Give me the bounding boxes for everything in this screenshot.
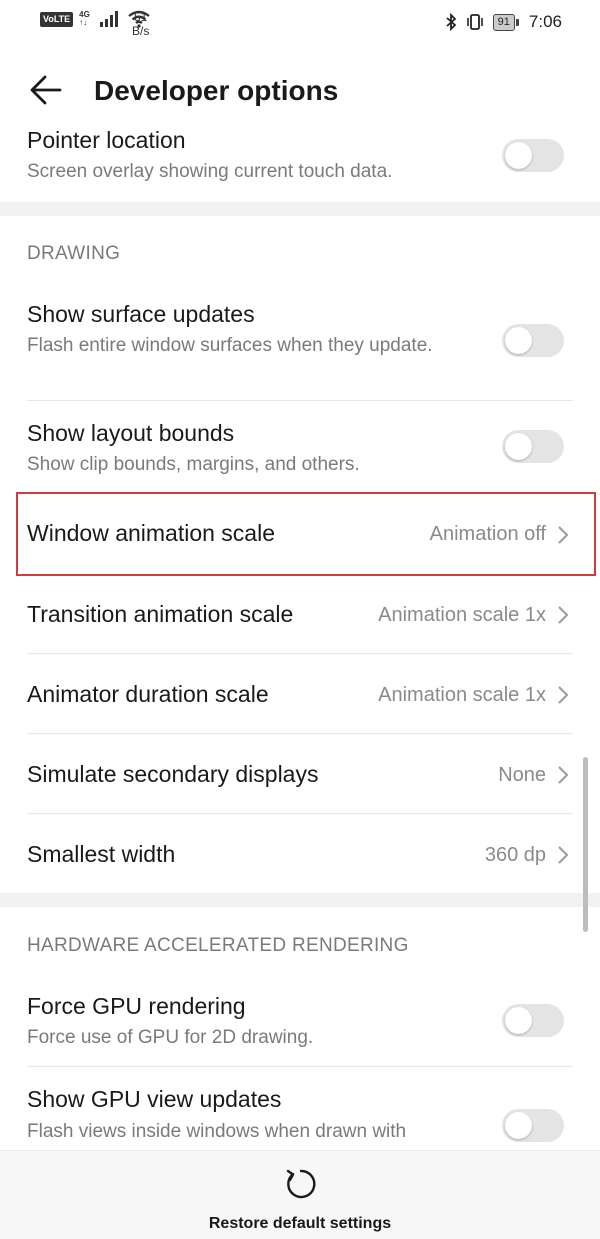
restore-label: Restore default settings — [208, 1215, 392, 1232]
setting-smallest-width[interactable]: Smallest width 360 dp — [0, 814, 600, 894]
chevron-right-icon — [558, 526, 569, 544]
setting-value: Animation scale 1x — [378, 604, 546, 626]
setting-force-gpu-rendering[interactable]: Force GPU rendering Force use of GPU for… — [0, 992, 600, 1064]
page-title: Developer options — [94, 75, 339, 106]
pointer-location-toggle[interactable] — [502, 139, 564, 172]
toggle-knob — [505, 142, 532, 169]
setting-title: Simulate secondary displays — [27, 761, 319, 787]
setting-subtitle: Screen overlay showing current touch dat… — [27, 161, 393, 182]
divider — [27, 400, 573, 401]
toggle-knob — [505, 327, 532, 354]
signal-icon — [100, 11, 119, 27]
setting-window-animation-scale[interactable]: Window animation scale Animation off — [0, 494, 600, 574]
status-bar: VoLTE 4G ↑↓ 51 B/s 91 7:06 — [0, 0, 600, 50]
divider — [27, 1066, 573, 1067]
setting-simulate-secondary-displays[interactable]: Simulate secondary displays None — [0, 734, 600, 814]
setting-title: Show layout bounds — [27, 420, 235, 446]
setting-value: Animation off — [429, 523, 546, 545]
chevron-right-icon — [558, 766, 569, 784]
network-arrows: ↑↓ — [79, 18, 88, 27]
show-gpu-view-updates-toggle[interactable] — [502, 1109, 564, 1142]
toggle-knob — [505, 1007, 532, 1034]
setting-subtitle: Flash views inside windows when drawn wi… — [27, 1121, 407, 1142]
setting-show-surface-updates[interactable]: Show surface updates Flash entire window… — [0, 300, 600, 400]
show-surface-updates-toggle[interactable] — [502, 324, 564, 357]
speed-unit: B/s — [132, 24, 150, 38]
chevron-right-icon — [558, 606, 569, 624]
network-speed: 51 B/s — [132, 10, 149, 38]
setting-value: 360 dp — [484, 844, 546, 866]
setting-subtitle: Force use of GPU for 2D drawing. — [27, 1027, 314, 1048]
setting-value: None — [498, 764, 546, 786]
speed-value: 51 — [133, 10, 148, 24]
setting-value: Animation scale 1x — [378, 684, 546, 706]
scrollbar[interactable] — [583, 757, 588, 932]
setting-title: Show surface updates — [27, 301, 255, 327]
section-separator — [0, 893, 600, 907]
restore-default-settings-button[interactable]: Restore default settings — [180, 1159, 420, 1235]
bottom-action-bar: Restore default settings — [0, 1150, 600, 1239]
clock: 7:06 — [528, 12, 562, 31]
chevron-right-icon — [558, 686, 569, 704]
battery-indicator: 91 — [492, 13, 520, 31]
setting-title: Animator duration scale — [27, 681, 269, 707]
section-separator — [0, 202, 600, 216]
setting-subtitle: Show clip bounds, margins, and others. — [27, 454, 360, 475]
setting-title: Pointer location — [27, 127, 186, 153]
status-right: 91 7:06 — [445, 12, 562, 32]
vibrate-icon — [466, 14, 483, 30]
app-header: Developer options — [0, 50, 600, 130]
volte-badge: VoLTE — [40, 11, 74, 27]
section-header-hardware-rendering: HARDWARE ACCELERATED RENDERING — [27, 935, 409, 956]
chevron-right-icon — [558, 846, 569, 864]
toggle-knob — [505, 433, 532, 460]
restore-icon — [286, 1169, 316, 1199]
setting-show-gpu-view-updates[interactable]: Show GPU view updates Flash views inside… — [0, 1086, 600, 1150]
setting-title: Force GPU rendering — [27, 993, 246, 1019]
setting-pointer-location[interactable]: Pointer location Screen overlay showing … — [0, 127, 600, 202]
show-layout-bounds-toggle[interactable] — [502, 430, 564, 463]
setting-title: Window animation scale — [27, 520, 276, 546]
setting-show-layout-bounds[interactable]: Show layout bounds Show clip bounds, mar… — [0, 420, 600, 492]
setting-animator-duration-scale[interactable]: Animator duration scale Animation scale … — [0, 654, 600, 734]
setting-subtitle: Flash entire window surfaces when they u… — [27, 335, 433, 356]
back-arrow-icon[interactable] — [28, 72, 64, 108]
setting-title: Smallest width — [27, 841, 176, 867]
toggle-knob — [505, 1112, 532, 1139]
bluetooth-icon — [446, 13, 456, 31]
force-gpu-rendering-toggle[interactable] — [502, 1004, 564, 1037]
setting-title: Transition animation scale — [27, 601, 294, 627]
section-header-drawing: DRAWING — [27, 243, 121, 264]
setting-title: Show GPU view updates — [27, 1086, 282, 1112]
setting-transition-animation-scale[interactable]: Transition animation scale Animation sca… — [0, 574, 600, 654]
network-type: 4G ↑↓ — [79, 11, 93, 27]
